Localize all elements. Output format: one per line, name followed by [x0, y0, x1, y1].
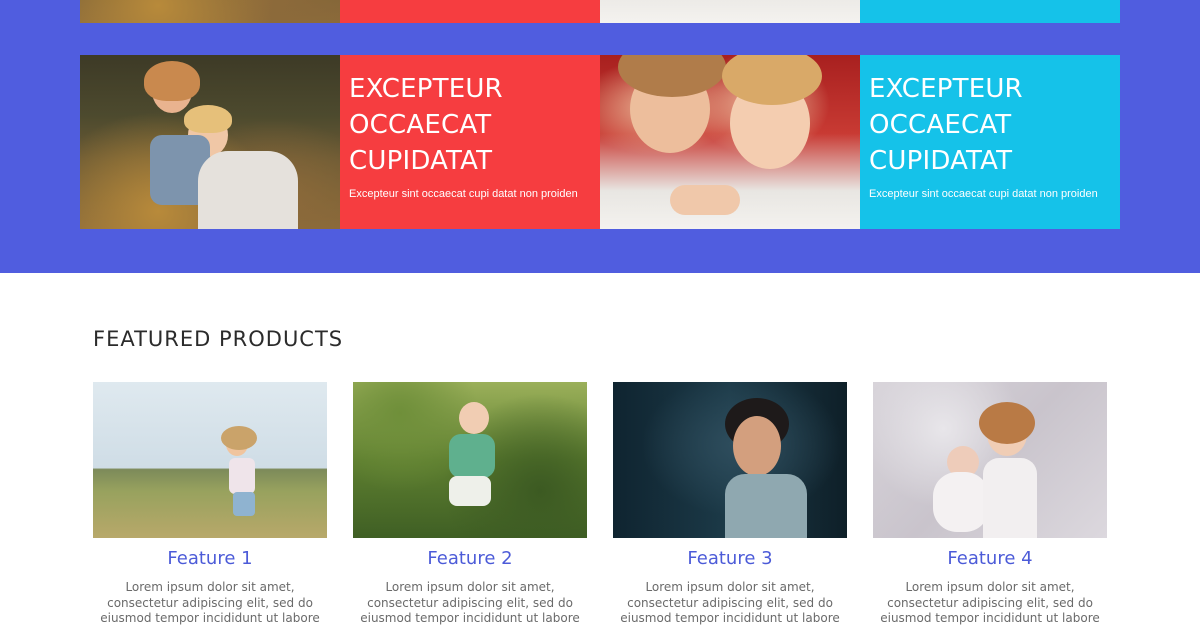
- product-card[interactable]: Feature 4 Lorem ipsum dolor sit amet, co…: [873, 382, 1107, 627]
- promo-card-cyan[interactable]: proiden: [860, 0, 1120, 23]
- promo-photo-girls-hugging[interactable]: [80, 0, 340, 23]
- promo-card-title: EXCEPTEUR OCCAECAT CUPIDATAT: [349, 74, 503, 176]
- child-shirt: [449, 434, 495, 478]
- baby-blanket: [933, 472, 989, 532]
- child-shirt: [725, 474, 807, 538]
- product-name[interactable]: Feature 3: [613, 548, 847, 570]
- promo-photo-kids-drawing[interactable]: [600, 55, 860, 229]
- product-photo-siblings-lying[interactable]: [873, 382, 1107, 538]
- promo-row: proiden proiden: [80, 0, 1121, 23]
- promo-card-red[interactable]: proiden: [340, 0, 600, 23]
- product-photo-girl-running[interactable]: [93, 382, 327, 538]
- child-shorts: [449, 476, 491, 506]
- promo-photo-girls-hugging[interactable]: [80, 55, 340, 229]
- child-sweater: [198, 151, 298, 229]
- child-shorts: [233, 492, 255, 516]
- promo-card-cyan[interactable]: EXCEPTEUR OCCAECAT CUPIDATAT Excepteur s…: [860, 55, 1120, 229]
- product-description: Lorem ipsum dolor sit amet, consectetur …: [620, 580, 840, 625]
- product-photo-boy-jumping[interactable]: [353, 382, 587, 538]
- product-name[interactable]: Feature 2: [353, 548, 587, 570]
- child-hair: [144, 61, 200, 101]
- promo-band: proiden proiden EXCEPTEUR OCCAECAT CUPID…: [0, 0, 1200, 273]
- product-description: Lorem ipsum dolor sit amet, consectetur …: [360, 580, 580, 625]
- product-card[interactable]: Feature 3 Lorem ipsum dolor sit amet, co…: [613, 382, 847, 627]
- promo-row: EXCEPTEUR OCCAECAT CUPIDATAT Excepteur s…: [80, 55, 1121, 229]
- product-name[interactable]: Feature 1: [93, 548, 327, 570]
- child-hair: [184, 105, 232, 133]
- featured-products-heading: FEATURED PRODUCTS: [93, 327, 344, 351]
- child-face: [459, 402, 489, 434]
- promo-card-text: Excepteur sint occaecat cupi datat non p…: [869, 188, 1098, 200]
- child-hand: [670, 185, 740, 215]
- product-card[interactable]: Feature 2 Lorem ipsum dolor sit amet, co…: [353, 382, 587, 627]
- promo-photo-kids-drawing[interactable]: [600, 0, 860, 23]
- promo-card-title: EXCEPTEUR OCCAECAT CUPIDATAT: [869, 74, 1023, 176]
- child-shirt: [229, 458, 255, 494]
- product-description: Lorem ipsum dolor sit amet, consectetur …: [880, 580, 1100, 625]
- child-hair: [221, 426, 257, 450]
- child-shirt: [983, 458, 1037, 538]
- child-hair: [979, 402, 1035, 444]
- product-name[interactable]: Feature 4: [873, 548, 1107, 570]
- child-face: [733, 416, 781, 476]
- product-description: Lorem ipsum dolor sit amet, consectetur …: [100, 580, 320, 625]
- product-photo-curly-boy[interactable]: [613, 382, 847, 538]
- product-card[interactable]: Feature 1 Lorem ipsum dolor sit amet, co…: [93, 382, 327, 627]
- promo-card-text: Excepteur sint occaecat cupi datat non p…: [349, 188, 578, 200]
- promo-card-red[interactable]: EXCEPTEUR OCCAECAT CUPIDATAT Excepteur s…: [340, 55, 600, 229]
